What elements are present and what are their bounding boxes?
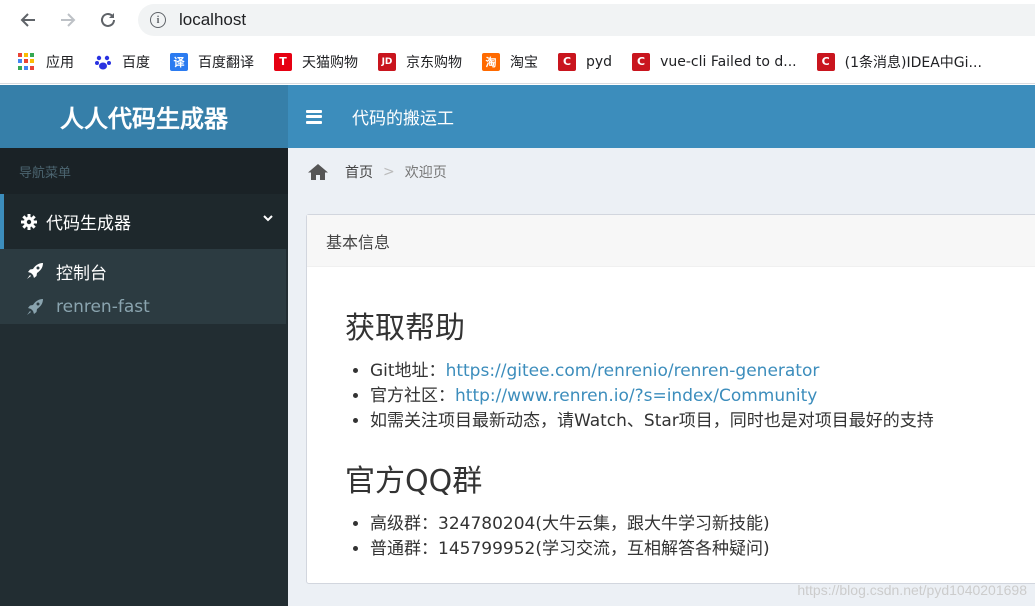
bookmark-label: 天猫购物 xyxy=(302,54,358,71)
chevron-down-icon xyxy=(263,215,273,222)
sidebar: 人人代码生成器 导航菜单 代码生成器 控制台 renren-fast xyxy=(0,85,288,606)
main-content: 首页 > 欢迎页 基本信息 获取帮助 Git地址：https://gitee.c… xyxy=(288,148,1035,606)
sidebar-submenu: 控制台 renren-fast xyxy=(0,249,286,324)
apps-grid-icon xyxy=(18,52,36,71)
bookmark-label: 应用 xyxy=(46,54,74,71)
breadcrumb-home[interactable]: 首页 xyxy=(345,162,373,182)
list-item: 如需关注项目最新动态，请Watch、Star项目，同时也是对项目最好的支持 xyxy=(370,409,1035,434)
help-heading: 获取帮助 xyxy=(345,311,465,346)
sidebar-item-label: renren-fast xyxy=(56,297,150,317)
rocket-icon xyxy=(27,263,43,279)
url-text: localhost xyxy=(179,10,247,29)
bookmark-jd[interactable]: JD 京东购物 xyxy=(378,52,462,72)
box-body: 获取帮助 Git地址：https://gitee.com/renrenio/re… xyxy=(307,267,1035,562)
sidebar-group-label: 代码生成器 xyxy=(46,214,131,234)
bookmark-baidu[interactable]: 百度 xyxy=(94,52,150,72)
box-title: 基本信息 xyxy=(307,215,1035,267)
breadcrumb: 首页 > 欢迎页 xyxy=(288,148,1035,195)
browser-toolbar: i localhost xyxy=(0,0,1035,40)
bookmark-label: (1条消息)IDEA中Gi... xyxy=(844,54,982,71)
help-list: Git地址：https://gitee.com/renrenio/renren-… xyxy=(345,359,1035,434)
watermark: https://blog.csdn.net/pyd1040201698 xyxy=(797,582,1027,598)
tmall-icon: T xyxy=(274,52,292,71)
forward-arrow-icon[interactable] xyxy=(56,8,80,32)
git-link[interactable]: https://gitee.com/renrenio/renren-genera… xyxy=(446,361,820,381)
gear-icon xyxy=(21,213,37,230)
breadcrumb-current: 欢迎页 xyxy=(404,164,447,181)
bookmark-label: 百度 xyxy=(122,54,150,71)
sidebar-group-code-generator[interactable]: 代码生成器 xyxy=(0,194,288,249)
app-logo[interactable]: 人人代码生成器 xyxy=(0,85,288,148)
community-label: 官方社区： xyxy=(370,386,455,406)
rocket-icon xyxy=(27,299,43,315)
sidebar-item-label: 控制台 xyxy=(56,263,107,284)
csdn-icon: C xyxy=(558,52,576,71)
breadcrumb-separator: > xyxy=(383,163,395,180)
csdn-icon: C xyxy=(632,52,651,71)
qq-heading: 官方QQ群 xyxy=(345,464,483,499)
header-title: 代码的搬运工 xyxy=(352,109,454,129)
bookmark-vue-cli[interactable]: C vue-cli Failed to d... xyxy=(632,52,797,71)
bookmarks-bar: 应用 百度 译 百度翻译 T 天猫购物 JD 京东购物 淘 淘宝 C pyd C… xyxy=(0,40,1035,84)
bookmark-label: 淘宝 xyxy=(510,54,538,71)
translate-icon: 译 xyxy=(170,52,188,71)
taobao-icon: 淘 xyxy=(482,52,500,71)
list-item: Git地址：https://gitee.com/renrenio/renren-… xyxy=(370,359,1035,384)
back-arrow-icon[interactable] xyxy=(16,8,40,32)
hamburger-menu-icon[interactable] xyxy=(306,107,322,126)
bookmark-idea-git[interactable]: C (1条消息)IDEA中Gi... xyxy=(816,52,982,72)
home-icon[interactable] xyxy=(307,163,329,181)
nav-menu-header: 导航菜单 xyxy=(0,148,288,194)
reload-icon[interactable] xyxy=(96,8,120,32)
info-box: 基本信息 获取帮助 Git地址：https://gitee.com/renren… xyxy=(306,214,1035,584)
sidebar-item-renren-fast[interactable]: renren-fast xyxy=(0,289,286,325)
address-bar[interactable]: i localhost xyxy=(138,4,1035,36)
community-link[interactable]: http://www.renren.io/?s=index/Community xyxy=(455,386,817,406)
list-item: 高级群：324780204(大牛云集，跟大牛学习新技能) xyxy=(370,512,1035,537)
list-item: 普通群：145799952(学习交流，互相解答各种疑问) xyxy=(370,537,1035,562)
bookmark-label: 京东购物 xyxy=(406,54,462,71)
support-text: 如需关注项目最新动态，请Watch、Star项目，同时也是对项目最好的支持 xyxy=(370,411,934,431)
jd-icon: JD xyxy=(378,52,396,71)
bookmark-baidu-translate[interactable]: 译 百度翻译 xyxy=(170,52,254,72)
bookmark-tmall[interactable]: T 天猫购物 xyxy=(274,52,358,72)
bookmark-label: 百度翻译 xyxy=(198,54,254,71)
top-header: 代码的搬运工 xyxy=(288,85,1035,148)
qq-list: 高级群：324780204(大牛云集，跟大牛学习新技能) 普通群：1457999… xyxy=(345,512,1035,562)
git-label: Git地址： xyxy=(370,361,446,381)
bookmark-label: vue-cli Failed to d... xyxy=(660,53,797,70)
bookmark-taobao[interactable]: 淘 淘宝 xyxy=(482,52,538,72)
bookmark-label: pyd xyxy=(586,53,613,70)
csdn-icon: C xyxy=(816,52,835,71)
baidu-paw-icon xyxy=(94,53,112,71)
sidebar-item-console[interactable]: 控制台 xyxy=(0,253,286,289)
bookmark-apps[interactable]: 应用 xyxy=(18,52,74,72)
info-icon[interactable]: i xyxy=(150,12,166,28)
bookmark-pyd[interactable]: C pyd xyxy=(558,52,613,71)
list-item: 官方社区：http://www.renren.io/?s=index/Commu… xyxy=(370,384,1035,409)
